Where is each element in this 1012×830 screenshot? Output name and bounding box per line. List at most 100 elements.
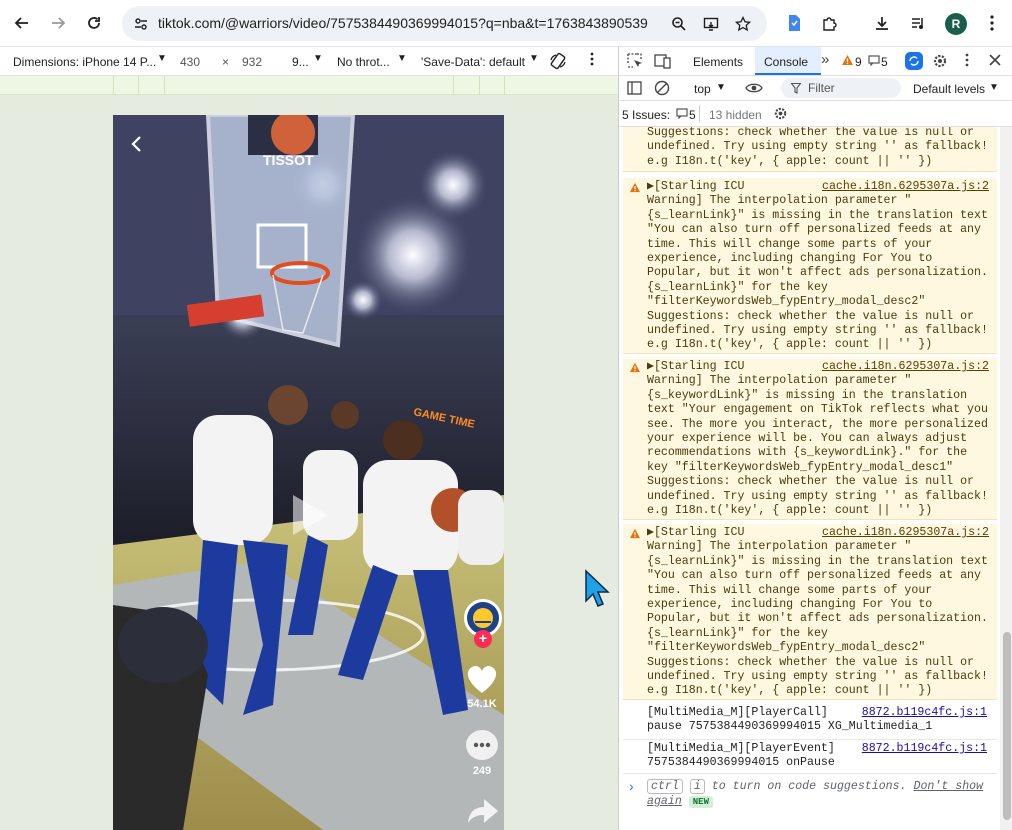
warning-icon[interactable] xyxy=(841,54,854,69)
warning-text: ▶[Starling ICU Warning] The interpolatio… xyxy=(647,526,988,698)
browser-toolbar: tiktok.com/@warriors/video/7575384490369… xyxy=(0,0,1012,47)
source-link[interactable]: cache.i18n.6295307a.js:2 xyxy=(822,360,989,374)
chevron-down-icon[interactable]: ▼ xyxy=(989,82,999,93)
message-icon[interactable] xyxy=(868,55,880,69)
warning-text: Suggestions: check whether the value is … xyxy=(647,127,988,168)
media-query-bar[interactable] xyxy=(0,76,618,95)
puzzle-icon[interactable] xyxy=(816,9,844,37)
source-link[interactable]: cache.i18n.6295307a.js:2 xyxy=(822,526,989,540)
kbd-i: i xyxy=(689,779,705,794)
mouse-cursor-icon xyxy=(585,569,610,607)
forward-icon[interactable] xyxy=(44,9,72,37)
chevron-down-icon[interactable]: ▼ xyxy=(397,53,407,64)
video-player[interactable]: TISSOT GAME TIME + 54.1K 249 xyxy=(113,115,504,830)
hidden-count[interactable]: 13 hidden xyxy=(709,108,762,122)
warning-icon xyxy=(629,182,641,193)
issues-bar: 5 Issues: 5 13 hidden xyxy=(618,101,1012,127)
height-input[interactable]: 932 xyxy=(242,55,262,69)
filter-icon xyxy=(791,83,801,94)
width-input[interactable]: 430 xyxy=(180,55,200,69)
media-icon[interactable] xyxy=(904,9,932,37)
video-frame: TISSOT GAME TIME xyxy=(113,115,504,830)
console-log[interactable]: [MultiMedia_M][PlayerEvent] 757538449036… xyxy=(623,740,997,774)
warning-icon xyxy=(629,362,641,373)
tab-console[interactable]: Console xyxy=(764,55,808,69)
reload-icon[interactable] xyxy=(80,9,108,37)
tab-elements[interactable]: Elements xyxy=(693,55,743,69)
console-warning[interactable]: ▶[Starling ICU Warning] The interpolatio… xyxy=(623,524,997,700)
device-toggle-icon[interactable] xyxy=(654,53,672,72)
save-data-select[interactable]: 'Save-Data': default xyxy=(421,55,525,69)
bookmark-star-icon[interactable] xyxy=(732,13,754,35)
source-link[interactable]: cache.i18n.6295307a.js:2 xyxy=(822,180,989,194)
devtools-tabbar: Elements Console » 9 5 xyxy=(618,47,1012,76)
profile-avatar[interactable]: R xyxy=(945,13,967,35)
site-info-icon[interactable] xyxy=(130,13,152,35)
filter-input[interactable]: Filter xyxy=(781,78,901,98)
console-warning[interactable]: Suggestions: check whether the value is … xyxy=(623,127,997,172)
inspect-icon[interactable] xyxy=(627,53,643,72)
console-warning[interactable]: ▶[Starling ICU Warning] The interpolatio… xyxy=(623,358,997,520)
dimensions-select[interactable]: Dimensions: iPhone 14 P... xyxy=(13,55,156,69)
issues-count[interactable]: 5 xyxy=(689,108,696,122)
source-link[interactable]: 8872.b119c4fc.js:1 xyxy=(862,706,987,720)
share-icon[interactable] xyxy=(466,795,500,830)
rotate-icon[interactable] xyxy=(549,52,567,73)
more-tabs-icon[interactable]: » xyxy=(821,51,829,68)
issues-label[interactable]: 5 Issues: xyxy=(622,108,670,122)
close-icon[interactable] xyxy=(989,54,1001,69)
chevron-down-icon[interactable]: ▼ xyxy=(716,82,726,93)
warning-text: ▶[Starling ICU Warning] The interpolatio… xyxy=(647,360,988,518)
like-count: 54.1K xyxy=(467,698,497,710)
scoreboard-text: TISSOT xyxy=(263,152,314,168)
comment-icon[interactable] xyxy=(466,730,498,760)
clear-console-icon[interactable] xyxy=(654,80,670,99)
sync-icon[interactable] xyxy=(905,52,923,70)
hint-text: to turn on code suggestions. xyxy=(704,780,907,793)
message-count: 5 xyxy=(881,55,888,69)
warning-count: 9 xyxy=(855,55,862,69)
chevron-down-icon[interactable]: ▼ xyxy=(313,53,323,64)
follow-plus-icon[interactable]: + xyxy=(474,630,492,648)
console-warning[interactable]: ▶[Starling ICU Warning] The interpolatio… xyxy=(623,178,997,354)
extension-icon[interactable] xyxy=(780,9,808,37)
eye-icon[interactable] xyxy=(745,81,763,98)
settings-gear-icon[interactable] xyxy=(932,53,948,72)
like-icon[interactable] xyxy=(464,663,500,698)
throttle-select[interactable]: No throt... xyxy=(337,55,390,69)
prompt-chevron-icon: › xyxy=(629,778,634,794)
settings-gear-icon[interactable] xyxy=(773,106,788,124)
times-sign: × xyxy=(222,55,230,69)
warning-text: ▶[Starling ICU Warning] The interpolatio… xyxy=(647,180,988,352)
log-text: [MultiMedia_M][PlayerEvent] 757538449036… xyxy=(647,742,835,770)
address-bar[interactable]: tiktok.com/@warriors/video/7575384490369… xyxy=(122,6,767,41)
cast-icon[interactable] xyxy=(700,13,722,35)
zoom-select[interactable]: 9... xyxy=(292,55,309,69)
chevron-down-icon[interactable]: ▼ xyxy=(157,53,167,64)
console-output[interactable]: Suggestions: check whether the value is … xyxy=(618,127,1012,830)
kebab-menu-icon[interactable] xyxy=(965,53,969,70)
source-link[interactable]: 8872.b119c4fc.js:1 xyxy=(862,742,987,756)
kbd-ctrl: ctrl xyxy=(647,779,683,794)
menu-icon[interactable] xyxy=(978,9,1006,37)
back-icon[interactable] xyxy=(8,9,36,37)
levels-select[interactable]: Default levels xyxy=(913,82,985,96)
comment-count: 249 xyxy=(472,765,492,777)
download-icon[interactable] xyxy=(868,9,896,37)
context-select[interactable]: top xyxy=(694,82,711,96)
zoom-icon[interactable] xyxy=(668,13,690,35)
console-log[interactable]: [MultiMedia_M][PlayerCall] pause 7575384… xyxy=(623,704,997,740)
device-toolbar: Dimensions: iPhone 14 P... ▼ 430 × 932 9… xyxy=(0,47,618,76)
filter-placeholder: Filter xyxy=(808,81,835,95)
chevron-down-icon[interactable]: ▼ xyxy=(529,53,539,64)
console-scrollbar-thumb[interactable] xyxy=(1003,632,1011,820)
warning-icon xyxy=(629,528,641,539)
browser-window: tiktok.com/@warriors/video/7575384490369… xyxy=(0,0,1012,830)
new-badge: NEW xyxy=(688,796,713,808)
url-text[interactable]: tiktok.com/@warriors/video/7575384490369… xyxy=(158,15,648,31)
code-suggestion-hint: ctrl i to turn on code suggestions. Don'… xyxy=(647,779,987,810)
sidebar-toggle-icon[interactable] xyxy=(627,81,642,98)
more-options-icon[interactable] xyxy=(590,52,594,69)
message-icon xyxy=(676,108,688,122)
console-toolbar: top ▼ Filter Default levels ▼ xyxy=(618,76,1012,101)
